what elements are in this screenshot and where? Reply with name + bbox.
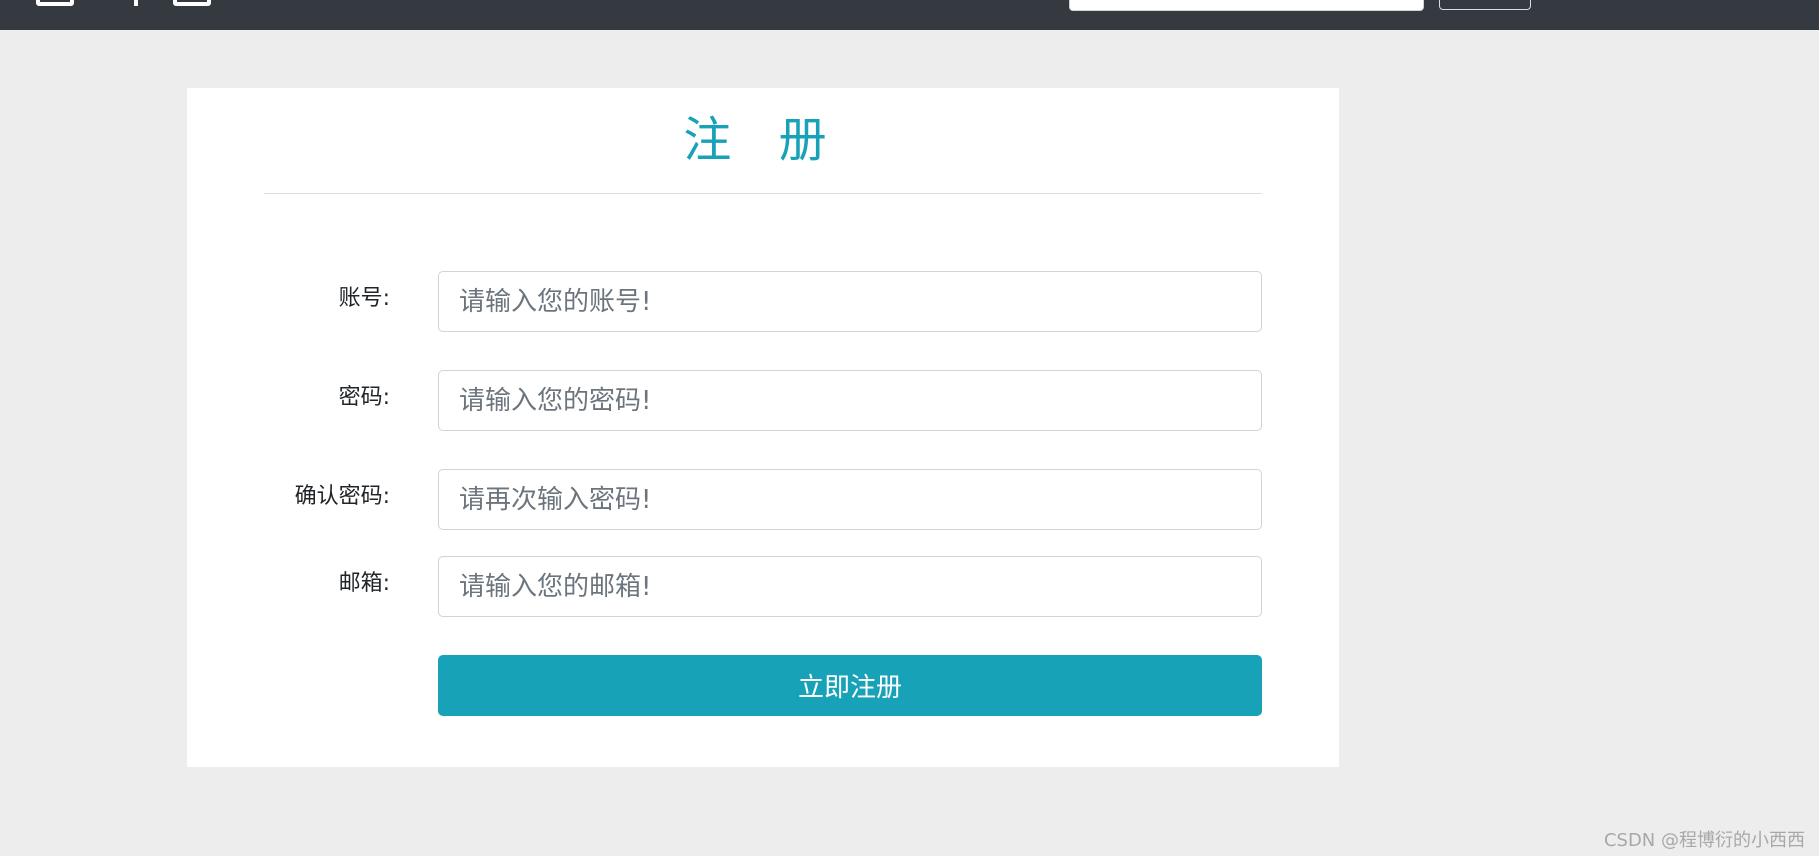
account-label: 账号: — [338, 286, 390, 311]
password-input[interactable] — [438, 370, 1262, 431]
email-input[interactable] — [438, 556, 1262, 617]
email-label: 邮箱: — [338, 571, 390, 596]
register-button[interactable]: 立即注册 — [438, 655, 1262, 716]
title-divider — [264, 193, 1262, 194]
square-icon[interactable] — [36, 0, 74, 6]
page-title: 注 册 — [683, 112, 843, 168]
square-icon[interactable] — [173, 0, 211, 6]
confirm-password-input[interactable] — [438, 469, 1262, 530]
plus-icon[interactable] — [134, 0, 146, 6]
password-label: 密码: — [338, 385, 390, 410]
top-navbar — [0, 0, 1819, 30]
nav-search-button[interactable] — [1439, 0, 1531, 10]
watermark: CSDN @程博衍的小西西 — [1603, 830, 1805, 851]
confirm-password-label: 确认密码: — [294, 484, 390, 509]
account-input[interactable] — [438, 271, 1262, 332]
nav-search-input[interactable] — [1069, 0, 1424, 11]
